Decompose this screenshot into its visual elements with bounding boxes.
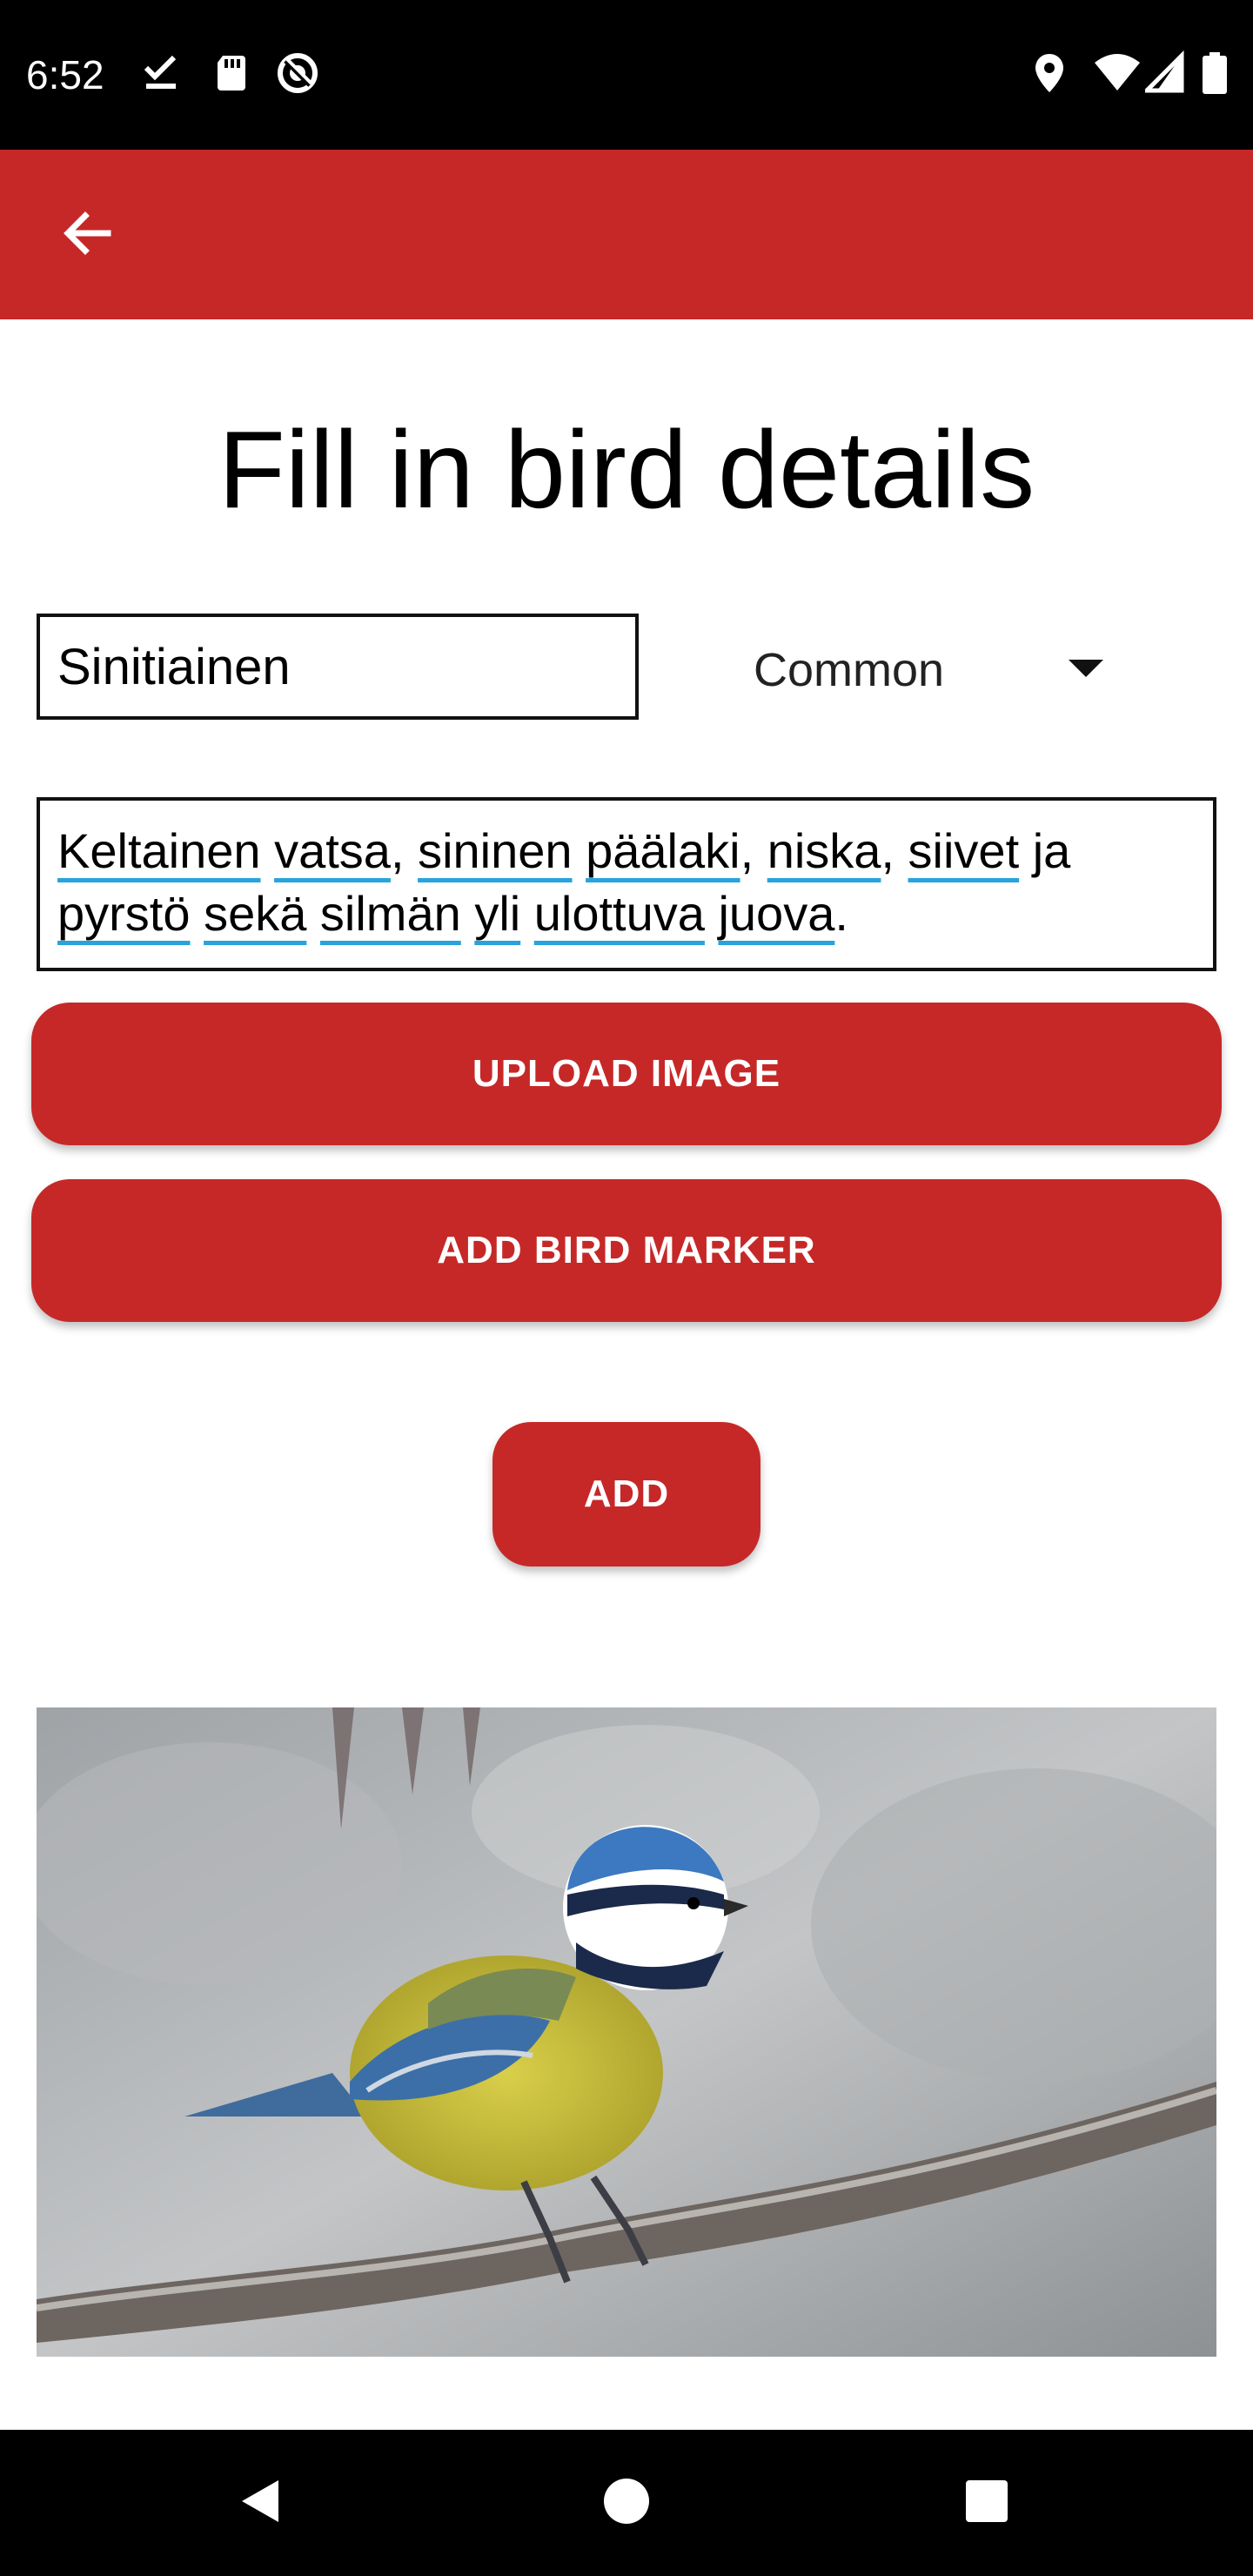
bird-photo [37, 1707, 1216, 2357]
description-word: ja [1032, 823, 1071, 878]
add-bird-marker-button[interactable]: ADD BIRD MARKER [31, 1179, 1222, 1322]
signal-icon [1141, 50, 1190, 96]
description-word: niska [767, 823, 881, 878]
description-word: päälaki [586, 823, 740, 878]
nav-home-button[interactable] [583, 2459, 670, 2546]
description-word: ulottuva [533, 886, 705, 941]
bird-name-field[interactable] [37, 614, 639, 720]
nav-home-icon [600, 2475, 653, 2532]
description-word: vatsa [274, 823, 391, 878]
add-button[interactable]: ADD [492, 1422, 761, 1566]
nav-back-button[interactable] [218, 2459, 305, 2546]
location-icon [1027, 50, 1072, 96]
bird-description-field[interactable]: Keltainen vatsa, sininen päälaki, niska,… [37, 797, 1216, 971]
page-title: Fill in bird details [218, 408, 1035, 531]
description-word: pyrstö [57, 886, 191, 941]
arrow-back-icon [59, 205, 115, 265]
sd-card-icon [209, 50, 254, 96]
bird-description-text[interactable]: Keltainen vatsa, sininen päälaki, niska,… [57, 820, 1196, 945]
description-word: siivet [908, 823, 1020, 878]
navigation-bar [0, 2430, 1253, 2576]
dropdown-arrow-icon [1069, 660, 1103, 677]
app-bar [0, 150, 1253, 319]
nav-recents-button[interactable] [943, 2459, 1030, 2546]
description-word: sekä [204, 886, 307, 941]
battery-icon [1201, 50, 1229, 96]
status-time: 6:52 [26, 52, 104, 97]
description-word: juova [718, 886, 835, 941]
upload-image-button[interactable]: UPLOAD IMAGE [31, 1003, 1222, 1145]
wifi-icon [1093, 50, 1140, 96]
no-disturb-icon [275, 50, 320, 96]
status-bar: 6:52 [0, 0, 1253, 150]
nav-recents-icon [961, 2475, 1013, 2532]
rarity-selected-value: Common [754, 644, 945, 696]
check-download-icon [139, 50, 184, 96]
rarity-dropdown[interactable]: Common [754, 635, 1110, 705]
description-word: yli [474, 886, 521, 941]
description-word: sininen [418, 823, 573, 878]
back-button[interactable] [45, 193, 129, 277]
description-word: Keltainen [57, 823, 261, 878]
bird-name-input[interactable] [40, 617, 635, 716]
description-word: silmän [319, 886, 461, 941]
nav-back-icon [235, 2475, 287, 2532]
